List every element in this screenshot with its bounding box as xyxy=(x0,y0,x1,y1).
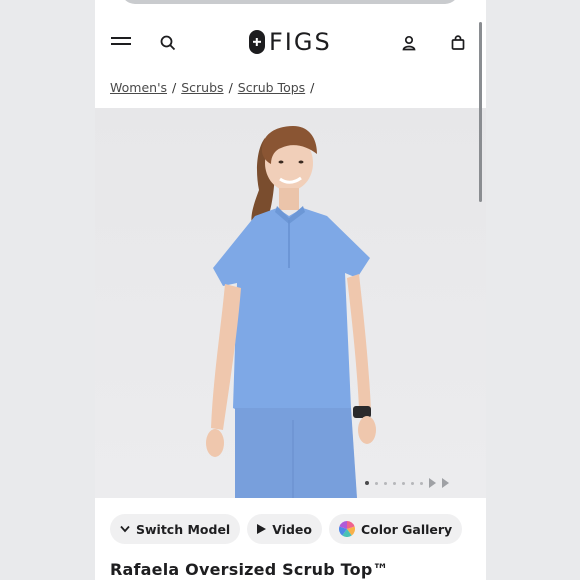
product-media-actions: Switch Model Video Color Gallery xyxy=(110,514,463,544)
bag-button[interactable] xyxy=(446,32,470,54)
breadcrumb-womens[interactable]: Women's xyxy=(110,80,167,95)
scrollbar[interactable] xyxy=(479,22,482,202)
logo-text: FIGS xyxy=(269,28,332,56)
search-button[interactable] xyxy=(156,32,180,54)
chevron-down-icon xyxy=(120,525,130,533)
breadcrumb-scrubs[interactable]: Scrubs xyxy=(181,80,223,95)
gallery-prev-icon[interactable] xyxy=(429,478,436,488)
switch-model-button[interactable]: Switch Model xyxy=(110,514,241,544)
gallery-dot[interactable] xyxy=(411,481,414,485)
phone-viewport: FIGS Women's / Scrubs / Scrub Tops / Swi… xyxy=(95,0,486,580)
gallery-dot[interactable] xyxy=(375,481,378,485)
bag-icon xyxy=(451,35,465,50)
product-photo xyxy=(206,126,376,498)
play-icon xyxy=(257,524,267,534)
gallery-next-icon[interactable] xyxy=(442,478,449,488)
breadcrumb-separator: / xyxy=(310,80,315,95)
gallery-dot[interactable] xyxy=(393,481,396,485)
gallery-dot[interactable] xyxy=(384,481,387,485)
site-header: FIGS xyxy=(95,24,486,62)
figs-plus-logo-icon xyxy=(249,30,265,54)
search-icon xyxy=(160,35,176,51)
gallery-dot[interactable] xyxy=(402,481,405,485)
color-gallery-button[interactable]: Color Gallery xyxy=(328,514,463,544)
gallery-dot-active[interactable] xyxy=(365,481,369,485)
gallery-dot[interactable] xyxy=(420,481,423,485)
menu-icon xyxy=(111,37,131,45)
account-button[interactable] xyxy=(397,32,421,54)
video-button[interactable]: Video xyxy=(247,514,322,544)
breadcrumb-separator: / xyxy=(172,80,177,95)
color-gallery-label: Color Gallery xyxy=(360,521,453,537)
color-wheel-icon xyxy=(338,521,355,537)
switch-model-label: Switch Model xyxy=(136,521,231,537)
browser-top-bar xyxy=(121,0,459,4)
menu-button[interactable] xyxy=(109,32,133,54)
gallery-pagination xyxy=(365,478,449,488)
breadcrumb: Women's / Scrubs / Scrub Tops / xyxy=(110,80,314,95)
product-title: Rafaela Oversized Scrub Top™ xyxy=(110,560,389,579)
video-label: Video xyxy=(272,521,312,537)
breadcrumb-scrub-tops[interactable]: Scrub Tops xyxy=(238,80,305,95)
product-image-gallery[interactable] xyxy=(95,108,486,498)
figs-logo[interactable]: FIGS xyxy=(249,28,332,56)
breadcrumb-separator: / xyxy=(228,80,233,95)
account-icon xyxy=(402,35,416,51)
